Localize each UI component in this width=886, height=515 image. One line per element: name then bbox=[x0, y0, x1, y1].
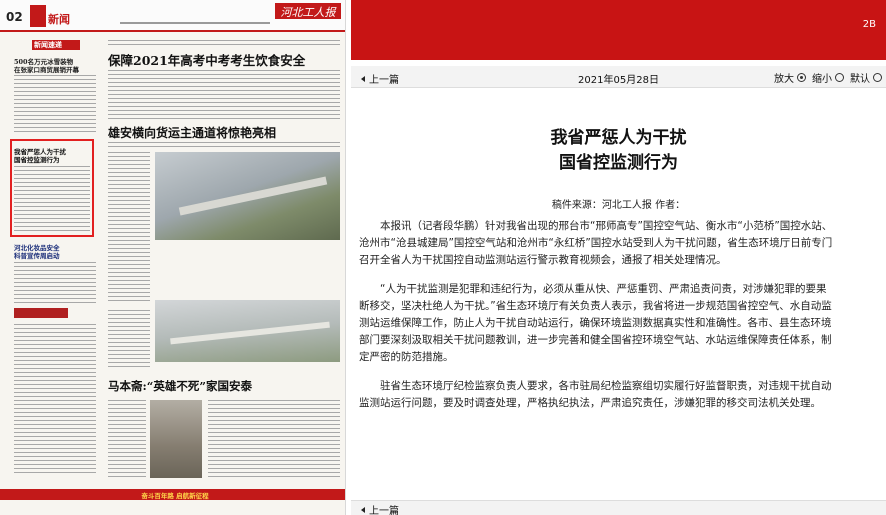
zoom-out-radio[interactable] bbox=[835, 73, 844, 82]
reader-header: 2B bbox=[351, 0, 886, 60]
prev-article-link[interactable]: 上一篇 bbox=[361, 71, 399, 86]
left-arrow-icon bbox=[361, 507, 365, 513]
article-title-line-2: 国省控监测行为 bbox=[559, 153, 678, 173]
footer-banner: 奋斗百年路 启航新征程 bbox=[141, 492, 209, 500]
prev-article-label: 上一篇 bbox=[369, 506, 399, 515]
portrait-photo bbox=[150, 400, 202, 478]
article-body: 本报讯（记者段华鹏）针对我省出现的邢台市“邢师高专”国控空气站、衡水市“小范桥”… bbox=[359, 218, 833, 424]
ma-benzhai-headline[interactable]: 马本斋:“英雄不死”家国安泰 bbox=[108, 378, 342, 394]
zoom-in-label: 放大 bbox=[774, 74, 794, 85]
article-paragraph: 本报讯（记者段华鹏）针对我省出现的邢台市“邢师高专”国控空气站、衡水市“小范桥”… bbox=[359, 220, 833, 266]
zoom-out-label: 缩小 bbox=[812, 74, 832, 85]
prev-article-link-bottom[interactable]: 上一篇 bbox=[361, 502, 399, 515]
zoom-in-radio[interactable] bbox=[797, 73, 806, 82]
food-headline-2[interactable]: 科普宣传周启动 bbox=[14, 250, 98, 260]
xiongan-headline[interactable]: 雄安横向货运主通道将惊艳亮相 bbox=[108, 124, 342, 141]
article-source: 稿件来源：河北工人报 作者： bbox=[551, 200, 686, 211]
page-number: 02 bbox=[6, 10, 23, 24]
main-headline[interactable]: 保障2021年高考中考考生饮食安全 bbox=[108, 50, 342, 69]
article-nav-bar: 上一篇 2021年05月28日 放大 缩小 默认 bbox=[351, 66, 886, 88]
default-size-radio[interactable] bbox=[873, 73, 882, 82]
article-reader: 2B 上一篇 2021年05月28日 放大 缩小 默认 我省严惩人为干扰 国省控… bbox=[351, 0, 886, 515]
article-paragraph: 驻省生态环境厅纪检监察负责人要求，各市驻局纪检监察组切实履行好监督职责，对违规干… bbox=[359, 380, 832, 409]
brief-headline-2[interactable]: 在张家口商贸展销开幕 bbox=[14, 64, 98, 74]
article-bottom-nav: 上一篇 bbox=[351, 500, 886, 515]
zoom-controls: 放大 缩小 默认 bbox=[774, 70, 882, 85]
section-marker bbox=[30, 5, 46, 27]
default-size-label: 默认 bbox=[850, 74, 870, 85]
article-title-line-1: 我省严惩人为干扰 bbox=[550, 128, 687, 148]
left-arrow-icon bbox=[361, 76, 365, 82]
current-article-highlight[interactable] bbox=[10, 139, 94, 237]
edition-label: 2B bbox=[862, 19, 876, 30]
article-paragraph: “人为干扰监测是犯罪和违纪行为，必须从重从快、严惩重罚、严肃追责问责，对涉嫌犯罪… bbox=[359, 283, 832, 363]
section-name: 新闻 bbox=[48, 13, 70, 26]
prev-article-label: 上一篇 bbox=[369, 75, 399, 86]
page-masthead: 02 新闻 河北工人报 bbox=[0, 0, 345, 32]
newspaper-logo-text: 河北工人报 bbox=[280, 6, 336, 19]
newspaper-page[interactable]: 02 新闻 河北工人报 新闻速递 500名万元冰雪装物 在张家口商贸展销开幕 我… bbox=[0, 0, 346, 515]
article-title: 我省严惩人为干扰 国省控监测行为 bbox=[351, 126, 886, 176]
rail-label: 新闻速递 bbox=[34, 40, 62, 49]
